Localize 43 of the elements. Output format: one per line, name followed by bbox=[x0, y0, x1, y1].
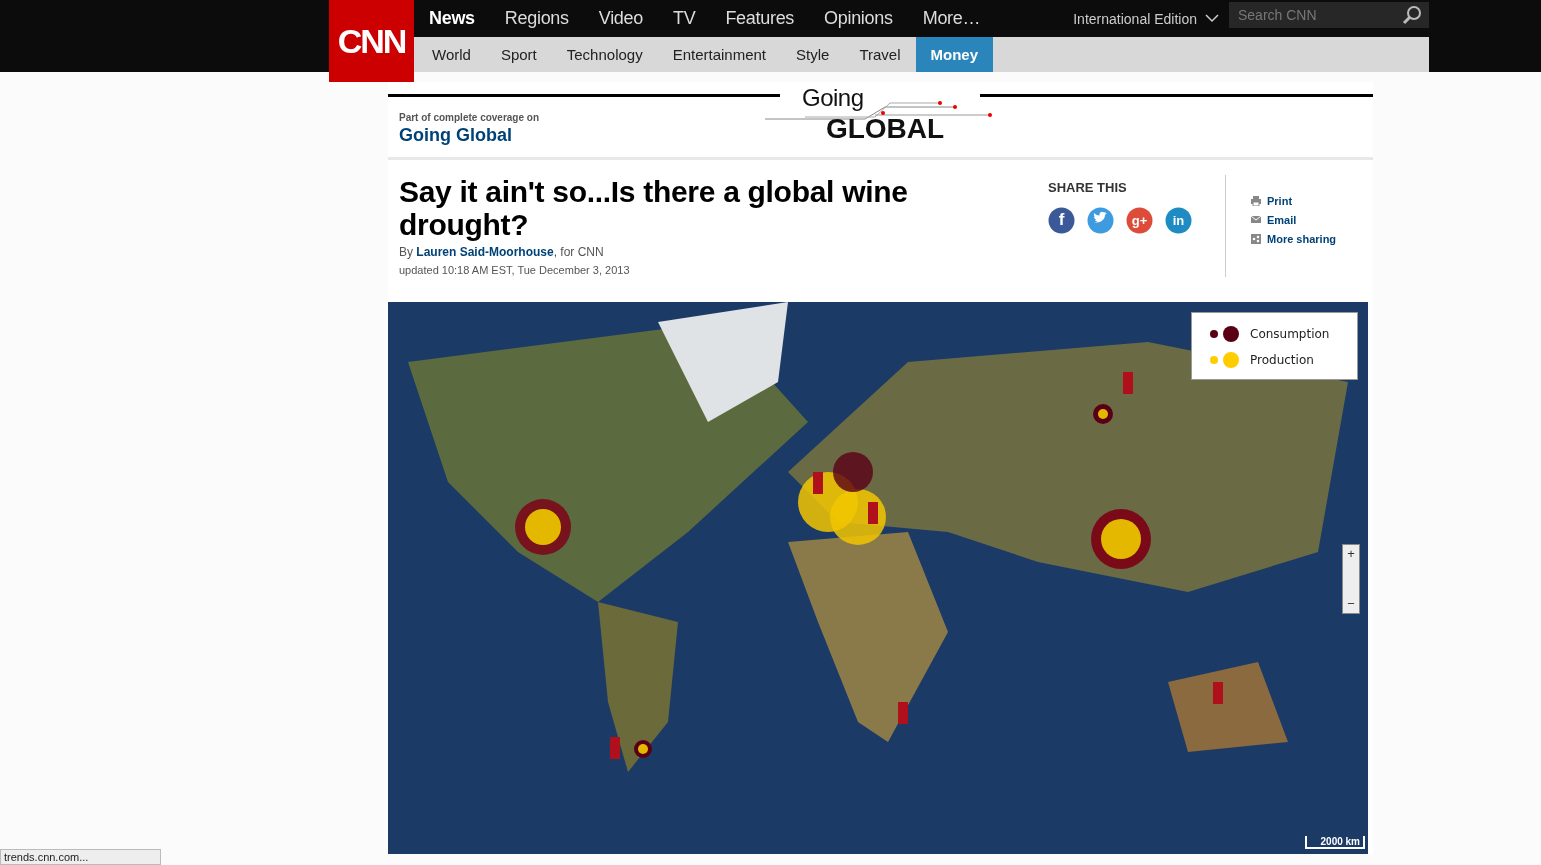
legend-label: Production bbox=[1250, 353, 1314, 367]
nav-link[interactable]: More… bbox=[922, 8, 981, 29]
legend-label: Consumption bbox=[1250, 327, 1330, 341]
subnav-link[interactable]: Money bbox=[915, 37, 994, 72]
byline: By Lauren Said-Moorhouse, for CNN bbox=[399, 245, 605, 259]
banner-title: GLOBAL bbox=[825, 115, 945, 143]
printer-icon bbox=[1251, 196, 1261, 206]
subnav-link[interactable]: Travel bbox=[844, 37, 916, 72]
linkedin-icon[interactable]: in bbox=[1165, 207, 1192, 234]
facebook-icon[interactable]: f bbox=[1048, 207, 1075, 234]
timestamp: updated 10:18 AM EST, Tue December 3, 2013 bbox=[399, 264, 631, 276]
nav-link[interactable]: Opinions bbox=[824, 8, 893, 29]
share-heading: SHARE THIS bbox=[1048, 180, 1128, 195]
edition-selector[interactable]: International Edition bbox=[1073, 10, 1219, 27]
share-link[interactable]: Print bbox=[1267, 195, 1293, 207]
coverage-link[interactable]: Going Global bbox=[399, 125, 769, 146]
share-link[interactable]: More sharing bbox=[1267, 233, 1337, 245]
search-field[interactable]: Search CNN bbox=[1229, 1, 1429, 28]
map-scale: 2000 km bbox=[1305, 836, 1365, 849]
nav-link[interactable]: Regions bbox=[504, 8, 569, 29]
subnav-link[interactable]: Technology bbox=[551, 37, 658, 72]
twitter-icon[interactable] bbox=[1087, 207, 1114, 234]
nav-link[interactable]: News bbox=[429, 8, 475, 29]
subnav-link[interactable]: Entertainment bbox=[657, 37, 782, 72]
zoom-out-button[interactable]: − bbox=[1343, 595, 1359, 613]
share-link[interactable]: Email bbox=[1267, 214, 1297, 226]
cnn-logo[interactable]: CNN bbox=[329, 0, 414, 82]
banner-title: Going bbox=[802, 87, 864, 109]
subnav-link[interactable]: World bbox=[417, 37, 486, 72]
google-plus-icon[interactable]: g+ bbox=[1126, 207, 1153, 234]
subnav-link[interactable]: Style bbox=[781, 37, 845, 72]
nav-link[interactable]: Features bbox=[725, 8, 795, 29]
article-headline: Say it ain't so...Is there a global wine drought? bbox=[399, 175, 909, 241]
subnav-link[interactable]: Sport bbox=[485, 37, 552, 72]
chevron-down-icon bbox=[1205, 14, 1219, 23]
author-link[interactable]: Lauren Said-Moorhouse bbox=[416, 245, 554, 259]
zoom-in-button[interactable]: + bbox=[1343, 545, 1359, 563]
nav-link[interactable]: Video bbox=[598, 8, 643, 29]
coverage-label: Part of complete coverage on bbox=[399, 112, 541, 123]
nav-link[interactable]: TV bbox=[673, 8, 696, 29]
status-url: trends.cnn.com... bbox=[0, 849, 161, 865]
envelope-icon bbox=[1251, 215, 1261, 225]
share-icon bbox=[1251, 234, 1261, 244]
